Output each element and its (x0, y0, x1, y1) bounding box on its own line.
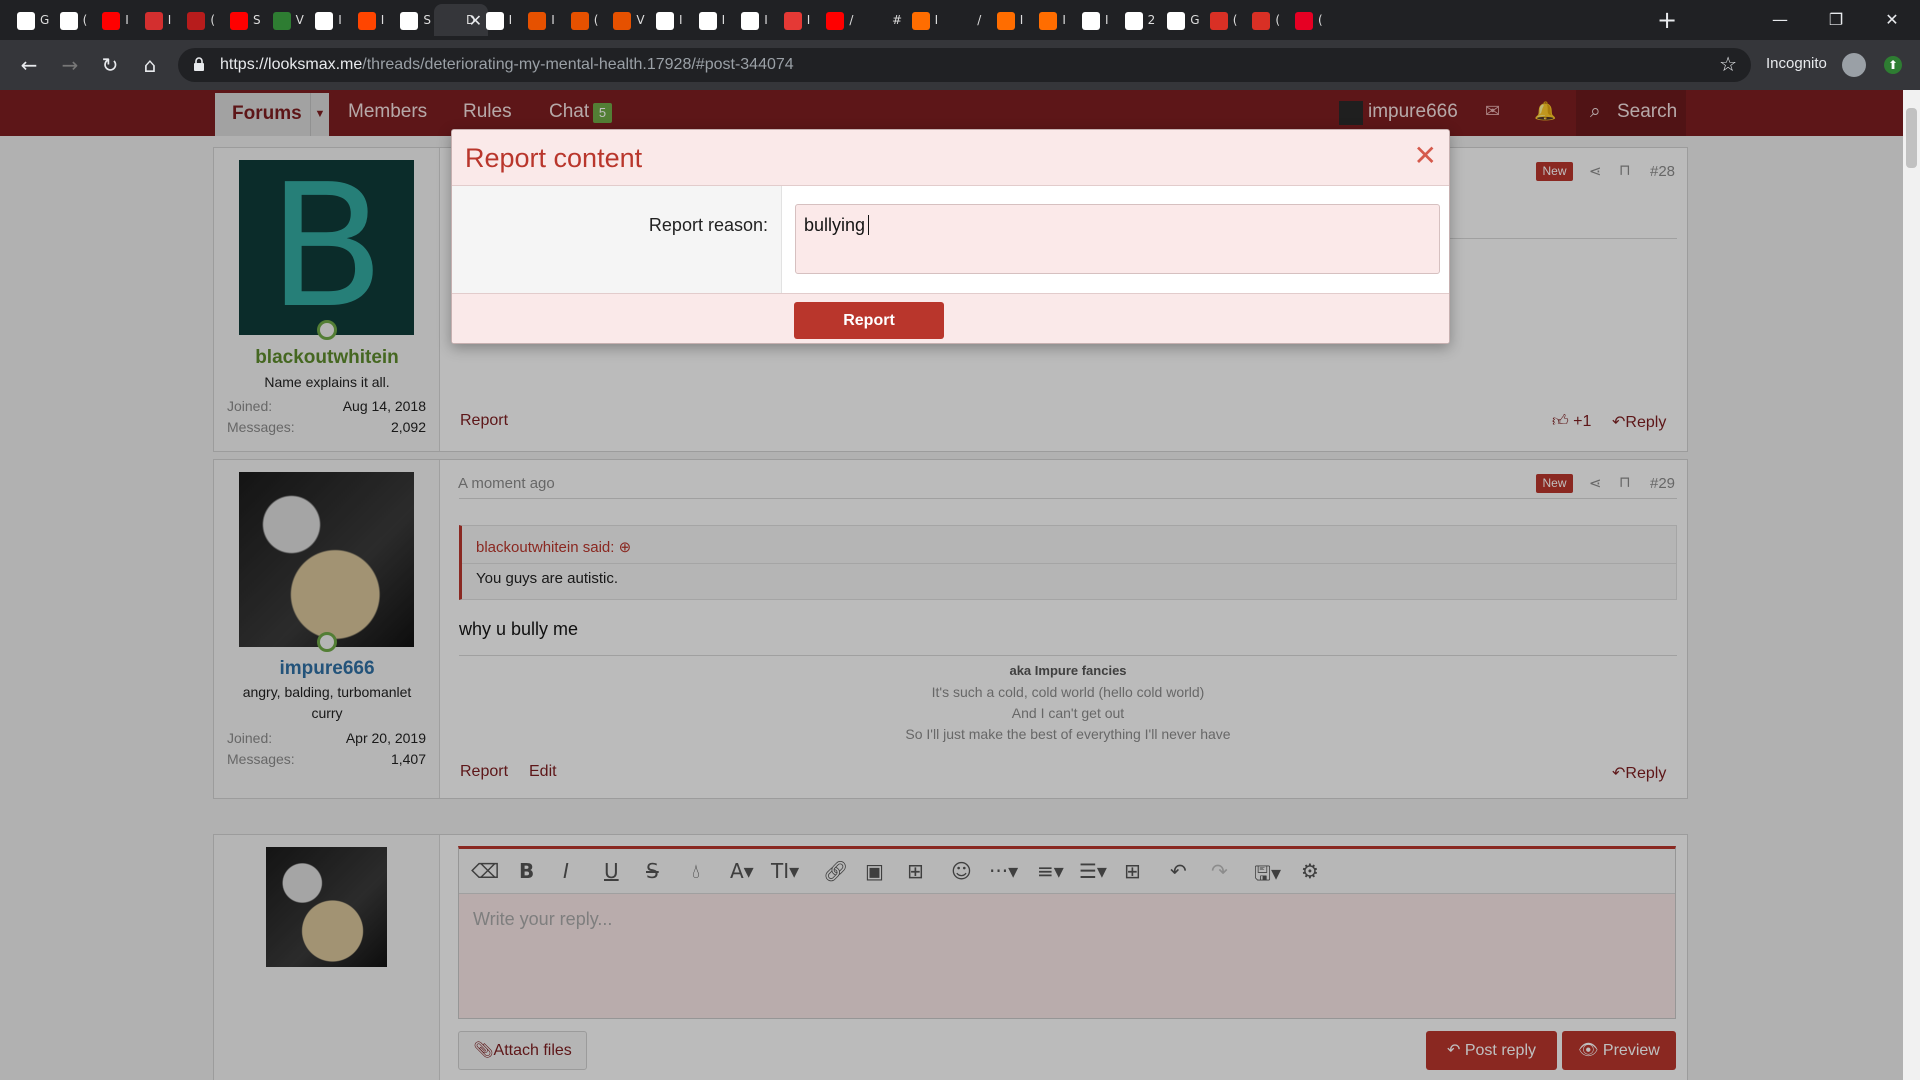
tab-title: I (1062, 13, 1066, 27)
tab-title: # (892, 13, 903, 27)
favicon-icon (1252, 12, 1271, 30)
tab-title: ( (593, 13, 599, 27)
favicon-icon (698, 12, 717, 30)
tab-title: I (508, 13, 513, 27)
tab-title: S (423, 13, 432, 27)
favicon-icon (1209, 12, 1228, 30)
tab-title: I (721, 13, 726, 27)
favicon-icon (1039, 12, 1058, 30)
modal-title: Report content (465, 143, 643, 173)
report-reason-row: Report reason: bullying (452, 186, 1449, 293)
tab-title: I (167, 13, 172, 27)
favicon-icon (17, 12, 35, 30)
tab-title: I (1105, 13, 1109, 27)
address-bar[interactable]: https://looksmax.me/threads/deterioratin… (178, 48, 1751, 82)
tab-title: V (636, 13, 645, 27)
lock-icon (194, 57, 204, 71)
report-reason-label: Report reason: (648, 215, 768, 235)
favicon-icon (357, 12, 376, 30)
close-window-icon[interactable]: ✕ (1864, 0, 1920, 40)
tab-title: I (551, 13, 555, 27)
tab-title: ( (1275, 13, 1281, 27)
incognito-label: Incognito (1766, 55, 1827, 72)
tab-title: I (934, 13, 939, 27)
tab-title: / (849, 13, 854, 27)
tab-title: I (806, 13, 811, 27)
tab-title: ( (82, 13, 88, 27)
tab-title: I (764, 13, 768, 27)
tab-title: G (1190, 13, 1200, 27)
home-icon[interactable]: ⌂ (138, 53, 162, 77)
favicon-icon (783, 12, 802, 30)
minimize-icon[interactable]: — (1752, 0, 1808, 40)
report-modal: Report content ✕ Report reason: bullying… (451, 129, 1450, 344)
favicon-icon (1082, 12, 1100, 30)
favicon-icon (741, 12, 760, 30)
favicon-icon (1124, 12, 1143, 30)
modal-header: Report content ✕ (452, 130, 1449, 186)
favicon-icon (102, 12, 121, 30)
favicon-icon (1295, 12, 1313, 30)
favicon-icon (826, 12, 845, 30)
report-reason-value: bullying (804, 215, 866, 235)
tab-title: I (1019, 13, 1024, 27)
restore-icon[interactable]: ❐ (1808, 0, 1864, 40)
tab-title: G (40, 13, 50, 27)
update-icon[interactable]: ⬆ (1884, 56, 1902, 74)
favicon-icon (954, 12, 973, 30)
tab-title: I (679, 13, 683, 27)
text-cursor (868, 215, 870, 235)
favicon-icon (59, 12, 78, 30)
favicon-icon (315, 12, 334, 30)
favicon-icon (656, 12, 674, 30)
tab-title: S (253, 13, 261, 27)
favicon-icon (996, 12, 1015, 30)
favicon-icon (485, 12, 504, 30)
favicon-icon (911, 12, 930, 30)
scrollbar-thumb[interactable] (1906, 108, 1917, 168)
favicon-icon (230, 12, 248, 30)
report-submit-button[interactable]: Report (794, 302, 944, 339)
browser-tab[interactable]: ( (1286, 4, 1338, 36)
url-text: https://looksmax.me/threads/deterioratin… (220, 56, 794, 73)
tab-title: I (380, 13, 385, 27)
favicon-icon (443, 12, 461, 30)
tab-title: ( (1232, 13, 1238, 27)
favicon-icon (400, 12, 419, 30)
favicon-icon (528, 12, 547, 30)
modal-footer: Report (452, 293, 1449, 343)
forward-icon[interactable]: → (58, 53, 82, 77)
favicon-icon (1167, 12, 1186, 30)
new-tab-icon[interactable]: + (1657, 6, 1677, 34)
tab-title: 2 (1147, 13, 1156, 27)
tab-title: I (125, 13, 129, 27)
report-reason-input[interactable]: bullying (795, 204, 1440, 274)
browser-tab-strip: G(I I(S V I I S D ✕ I I(V I I I I / # I / I I I 2 G((( (0, 0, 1920, 40)
tab-title: ( (210, 13, 216, 27)
tab-title: ( (1318, 13, 1323, 27)
favicon-icon (272, 12, 291, 30)
favicon-icon (187, 12, 206, 30)
page-scrollbar[interactable] (1903, 90, 1920, 1080)
bookmark-star-icon[interactable]: ☆ (1719, 52, 1737, 76)
back-icon[interactable]: ← (17, 53, 41, 77)
favicon-icon (869, 12, 887, 30)
incognito-icon[interactable] (1842, 53, 1866, 77)
reload-icon[interactable]: ↻ (98, 53, 122, 77)
tab-title: V (295, 13, 304, 27)
favicon-icon (144, 12, 163, 30)
label-column: Report reason: (452, 186, 782, 293)
close-icon[interactable]: ✕ (1414, 139, 1437, 172)
favicon-icon (570, 12, 589, 30)
favicon-icon (613, 12, 632, 30)
tab-title: / (977, 13, 982, 27)
tab-title: I (338, 13, 342, 27)
